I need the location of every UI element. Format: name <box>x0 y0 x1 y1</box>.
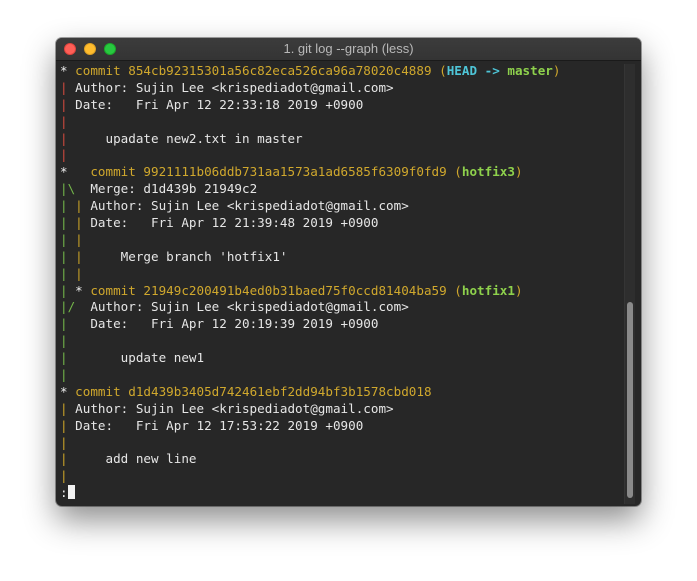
graph-edge: | <box>60 215 76 231</box>
graph-edge: | <box>75 198 91 214</box>
head-ref: HEAD -> <box>446 63 508 78</box>
date-text: Date: Fri Apr 12 21:39:48 2019 +0900 <box>90 215 379 231</box>
graph-edge: | <box>60 468 68 484</box>
blank-line: | | <box>60 266 620 283</box>
ref-close: ) <box>514 282 523 298</box>
author-line: | | Author: Sujin Lee <krispediadot@gmai… <box>60 198 620 215</box>
scrollbar-track[interactable] <box>624 64 635 504</box>
graph-edge: | <box>75 265 83 281</box>
graph-edge: | <box>60 248 76 264</box>
commit-label: commit <box>90 282 144 298</box>
commit-line: * commit 9921111b06ddb731aa1573a1ad6585f… <box>60 164 620 181</box>
graph-edge: | <box>60 367 68 383</box>
pager-prompt: : <box>60 485 68 501</box>
date-line: | Date: Fri Apr 12 17:53:22 2019 +0900 <box>60 418 620 435</box>
author-text: Author: Sujin Lee <krispediadot@gmail.co… <box>75 400 394 416</box>
commit-hash: 21949c200491b4ed0b31baed75f0ccd81404ba59 <box>143 282 447 298</box>
commit-label: commit <box>90 164 144 180</box>
graph-edge: | <box>60 282 76 298</box>
graph-edge: | <box>60 316 91 332</box>
author-text: Author: Sujin Lee <krispediadot@gmail.co… <box>90 299 409 315</box>
blank-line: | <box>60 367 620 384</box>
graph-node: * <box>60 63 76 78</box>
graph-edge: |/ <box>60 299 91 315</box>
ref-open: ( <box>431 63 447 78</box>
commit-message: upadate new2.txt in master <box>75 130 303 146</box>
graph-edge: | <box>75 248 91 264</box>
ref-close: ) <box>552 63 561 78</box>
message-line: | upadate new2.txt in master <box>60 131 620 148</box>
window-title: 1. git log --graph (less) <box>283 41 414 56</box>
commit-line: * commit d1d439b3405d742461ebf2dd94bf3b1… <box>60 384 620 401</box>
commit-label: commit <box>75 383 129 399</box>
ref-close: ) <box>514 164 523 180</box>
ref-open: ( <box>446 282 462 298</box>
author-line: | Author: Sujin Lee <krispediadot@gmail.… <box>60 401 620 418</box>
commit-message: update new1 <box>90 350 205 366</box>
graph-edge: | <box>60 198 76 214</box>
blank-line: | <box>60 114 620 131</box>
blank-line: | <box>60 435 620 452</box>
date-line: | Date: Fri Apr 12 22:33:18 2019 +0900 <box>60 97 620 114</box>
scrollbar-thumb[interactable] <box>627 302 633 498</box>
author-line: | Author: Sujin Lee <krispediadot@gmail.… <box>60 80 620 97</box>
date-text: Date: Fri Apr 12 20:19:39 2019 +0900 <box>90 316 379 332</box>
date-text: Date: Fri Apr 12 17:53:22 2019 +0900 <box>75 417 364 433</box>
blank-line: | <box>60 147 620 164</box>
graph-edge: | <box>75 231 83 247</box>
graph-edge: | <box>60 451 76 467</box>
text-cursor <box>67 485 75 500</box>
pager-prompt-line[interactable]: : <box>60 485 620 502</box>
message-line: | update new1 <box>60 350 620 367</box>
date-line: | | Date: Fri Apr 12 21:39:48 2019 +0900 <box>60 215 620 232</box>
graph-edge: | <box>60 147 68 163</box>
graph-edge: |\ <box>60 181 91 197</box>
merge-line: |\ Merge: d1d439b 21949c2 <box>60 181 620 198</box>
terminal-window: 1. git log --graph (less) * commit 854cb… <box>56 38 641 506</box>
commit-line: | * commit 21949c200491b4ed0b31baed75f0c… <box>60 283 620 300</box>
graph-edge: | <box>60 231 76 247</box>
branch-ref: master <box>507 63 553 78</box>
message-line: | add new line <box>60 451 620 468</box>
branch-ref: hotfix1 <box>461 282 515 298</box>
terminal-output[interactable]: * commit 854cb92315301a56c82eca526ca96a7… <box>60 63 620 503</box>
title-bar[interactable]: 1. git log --graph (less) <box>56 38 641 61</box>
graph-edge: | <box>60 130 76 146</box>
author-text: Author: Sujin Lee <krispediadot@gmail.co… <box>75 79 394 95</box>
graph-edge: | <box>60 96 76 112</box>
commit-line: * commit 854cb92315301a56c82eca526ca96a7… <box>60 63 620 80</box>
author-text: Author: Sujin Lee <krispediadot@gmail.co… <box>90 198 409 214</box>
ref-open: ( <box>446 164 462 180</box>
graph-node: * <box>60 383 76 399</box>
commit-hash: d1d439b3405d742461ebf2dd94bf3b1578cbd018 <box>128 383 432 399</box>
blank-line: | <box>60 468 620 485</box>
commit-message: Merge branch 'hotfix1' <box>90 248 288 264</box>
graph-node: * <box>75 282 91 298</box>
graph-edge: | <box>60 333 68 349</box>
commit-label: commit <box>75 63 129 78</box>
blank-line: | <box>60 333 620 350</box>
commit-message: add new line <box>75 451 197 467</box>
graph-edge: | <box>60 113 68 129</box>
graph-edge: | <box>60 350 91 366</box>
graph-edge: | <box>60 265 76 281</box>
graph-edge: | <box>75 215 91 231</box>
graph-edge: | <box>60 400 76 416</box>
graph-node: * <box>60 164 91 180</box>
date-line: | Date: Fri Apr 12 20:19:39 2019 +0900 <box>60 316 620 333</box>
merge-text: Merge: d1d439b 21949c2 <box>90 181 258 197</box>
commit-hash: 9921111b06ddb731aa1573a1ad6585f6309f0fd9 <box>143 164 447 180</box>
branch-ref: hotfix3 <box>461 164 515 180</box>
date-text: Date: Fri Apr 12 22:33:18 2019 +0900 <box>75 96 364 112</box>
author-line: |/ Author: Sujin Lee <krispediadot@gmail… <box>60 299 620 316</box>
blank-line: | | <box>60 232 620 249</box>
message-line: | | Merge branch 'hotfix1' <box>60 249 620 266</box>
graph-edge: | <box>60 417 76 433</box>
commit-hash: 854cb92315301a56c82eca526ca96a78020c4889 <box>128 63 432 78</box>
graph-edge: | <box>60 434 68 450</box>
graph-edge: | <box>60 79 76 95</box>
